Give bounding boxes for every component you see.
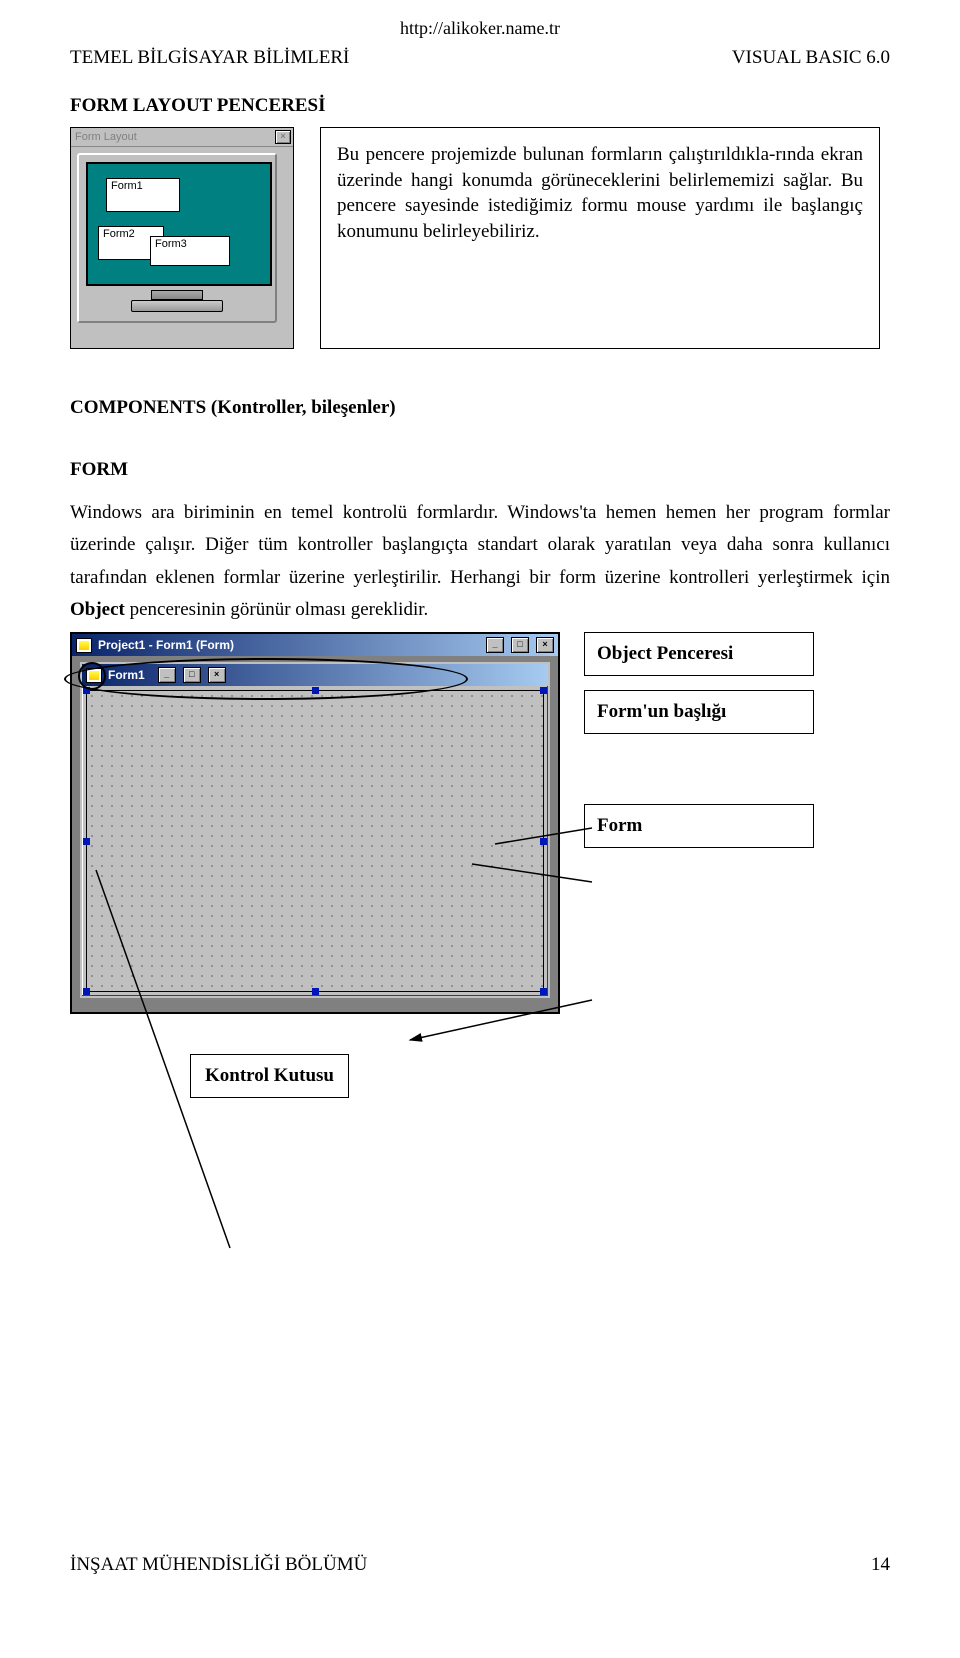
section2-title: COMPONENTS (Kontroller, bileşenler) [70,397,890,419]
screen-area: Form1 Form2 Form3 [86,162,272,286]
close-icon[interactable]: × [536,637,554,653]
form-box-1[interactable]: Form1 [106,178,180,212]
form-heading: FORM [70,459,890,481]
header-left: TEMEL BİLGİSAYAR BİLİMLERİ [70,47,349,69]
form1-titlebar[interactable]: Form1 _ □ × [82,664,548,686]
maximize-icon[interactable]: □ [183,667,201,683]
label-object-penceresi: Object Penceresi [584,632,814,676]
label-kontrol-kutusu: Kontrol Kutusu [190,1054,349,1098]
form-layout-window: Form Layout × Form1 Form2 Form3 [70,127,294,349]
form-box-3[interactable]: Form3 [150,236,230,266]
form1-title-text: Form1 [108,668,145,682]
close-icon[interactable]: × [275,130,291,144]
footer-left: İNŞAAT MÜHENDİSLİĞİ BÖLÜMÜ [70,1554,367,1576]
form-design-surface[interactable] [86,690,544,992]
object-window: Project1 - Form1 (Form) _ □ × Form1 _ □ … [70,632,560,1014]
minimize-icon[interactable]: _ [158,667,176,683]
object-window-title-text: Project1 - Form1 (Form) [98,638,234,652]
label-form-baslik: Form'un başlığı [584,690,814,734]
object-window-titlebar[interactable]: Project1 - Form1 (Form) _ □ × [72,634,558,656]
page-url: http://alikoker.name.tr [70,18,890,39]
section1-explain-box: Bu pencere projemizde bulunan formların … [320,127,880,349]
section2-paragraph: Windows ara biriminin en temel kontrolü … [70,497,890,626]
close-icon[interactable]: × [208,667,226,683]
maximize-icon[interactable]: □ [511,637,529,653]
form-layout-title-text: Form Layout [75,131,137,143]
label-form: Form [584,804,814,848]
project-icon [76,638,92,653]
monitor-graphic: Form1 Form2 Form3 [77,153,277,323]
header-right: VISUAL BASIC 6.0 [732,47,890,69]
footer-right: 14 [871,1554,890,1576]
form-icon [86,668,102,683]
section1-title: FORM LAYOUT PENCERESİ [70,95,890,117]
minimize-icon[interactable]: _ [486,637,504,653]
